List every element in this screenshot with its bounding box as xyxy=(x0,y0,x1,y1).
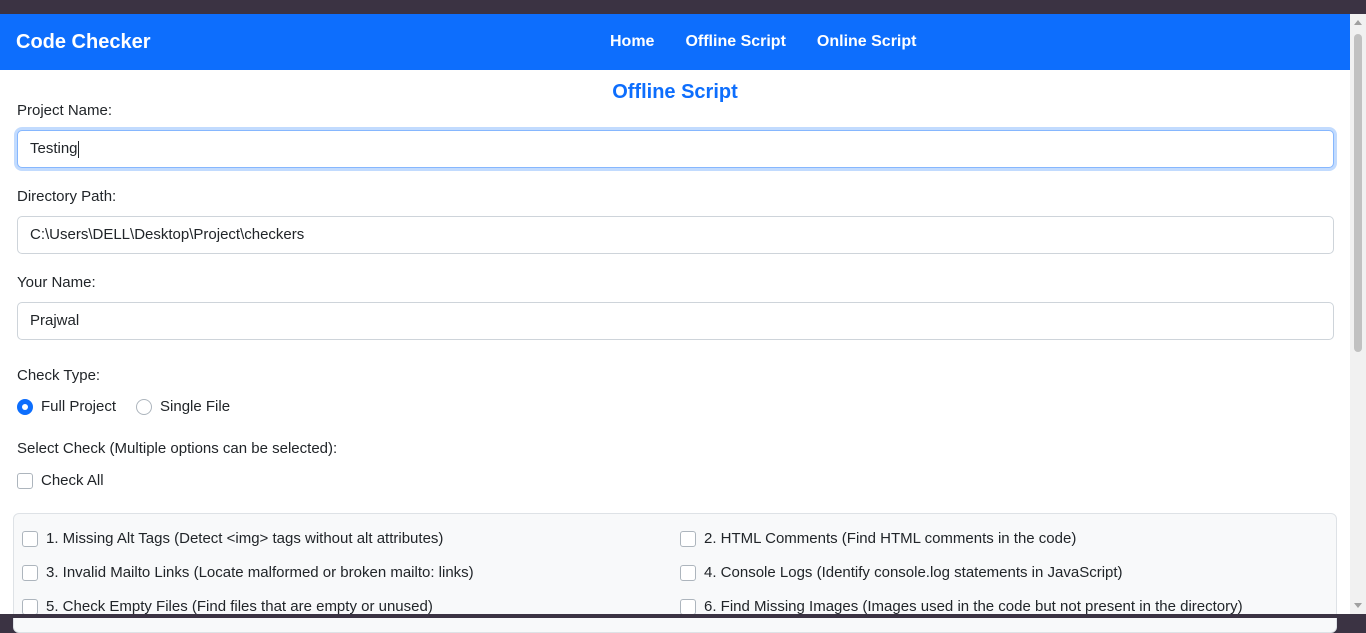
your-name-label: Your Name: xyxy=(17,274,96,291)
scroll-up-icon[interactable] xyxy=(1354,20,1362,25)
check-item-1[interactable]: 1. Missing Alt Tags (Detect <img> tags w… xyxy=(22,530,443,547)
check-item-4-checkbox[interactable] xyxy=(680,564,696,581)
check-item-2-checkbox[interactable] xyxy=(680,530,696,547)
project-name-input[interactable]: Testing xyxy=(17,130,1334,168)
radio-single-file[interactable] xyxy=(136,398,153,415)
check-all-checkbox[interactable] xyxy=(17,472,33,489)
check-all-row: Check All xyxy=(17,472,104,489)
check-item-2-label[interactable]: 2. HTML Comments (Find HTML comments in … xyxy=(704,530,1076,547)
radio-full-project[interactable] xyxy=(17,398,33,415)
check-item-4[interactable]: 4. Console Logs (Identify console.log st… xyxy=(680,564,1123,581)
nav-link-home[interactable]: Home xyxy=(610,14,654,70)
directory-path-label: Directory Path: xyxy=(17,188,117,205)
navbar: Code Checker Home Offline Script Online … xyxy=(0,14,1350,70)
nav-links: Home Offline Script Online Script xyxy=(610,14,947,70)
check-item-6-label[interactable]: 6. Find Missing Images (Images used in t… xyxy=(704,598,1243,615)
check-type-options: Full Project Single File xyxy=(17,398,230,415)
nav-link-online-script[interactable]: Online Script xyxy=(817,14,917,70)
check-item-3[interactable]: 3. Invalid Mailto Links (Locate malforme… xyxy=(22,564,474,581)
browser-top-strip xyxy=(0,0,1366,14)
check-all-label[interactable]: Check All xyxy=(41,472,104,489)
text-caret xyxy=(77,140,79,158)
navbar-brand[interactable]: Code Checker xyxy=(16,14,151,70)
scrollbar-thumb[interactable] xyxy=(1354,34,1362,352)
check-item-4-label[interactable]: 4. Console Logs (Identify console.log st… xyxy=(704,564,1123,581)
radio-full-project-label[interactable]: Full Project xyxy=(41,398,116,415)
nav-link-offline-script[interactable]: Offline Script xyxy=(685,14,785,70)
browser-bottom-strip xyxy=(0,614,1366,618)
check-item-5-checkbox[interactable] xyxy=(22,598,38,615)
check-item-3-checkbox[interactable] xyxy=(22,564,38,581)
check-item-1-checkbox[interactable] xyxy=(22,530,38,547)
project-name-label: Project Name: xyxy=(17,102,113,119)
check-item-6-checkbox[interactable] xyxy=(680,598,696,615)
radio-single-file-label[interactable]: Single File xyxy=(160,398,230,415)
check-item-1-label[interactable]: 1. Missing Alt Tags (Detect <img> tags w… xyxy=(46,530,443,547)
project-name-value: Testing xyxy=(30,140,78,157)
check-item-5-label[interactable]: 5. Check Empty Files (Find files that ar… xyxy=(46,598,433,615)
scroll-down-icon[interactable] xyxy=(1354,603,1362,608)
check-item-5[interactable]: 5. Check Empty Files (Find files that ar… xyxy=(22,598,433,615)
check-item-3-label[interactable]: 3. Invalid Mailto Links (Locate malforme… xyxy=(46,564,474,581)
page-title: Offline Script xyxy=(612,81,738,103)
check-item-2[interactable]: 2. HTML Comments (Find HTML comments in … xyxy=(680,530,1076,547)
select-check-label: Select Check (Multiple options can be se… xyxy=(17,440,338,457)
check-type-label: Check Type: xyxy=(17,367,101,384)
check-item-6[interactable]: 6. Find Missing Images (Images used in t… xyxy=(680,598,1243,615)
vertical-scrollbar[interactable] xyxy=(1350,14,1366,614)
your-name-input[interactable]: Prajwal xyxy=(17,302,1334,340)
directory-path-input[interactable]: C:\Users\DELL\Desktop\Project\checkers xyxy=(17,216,1334,254)
